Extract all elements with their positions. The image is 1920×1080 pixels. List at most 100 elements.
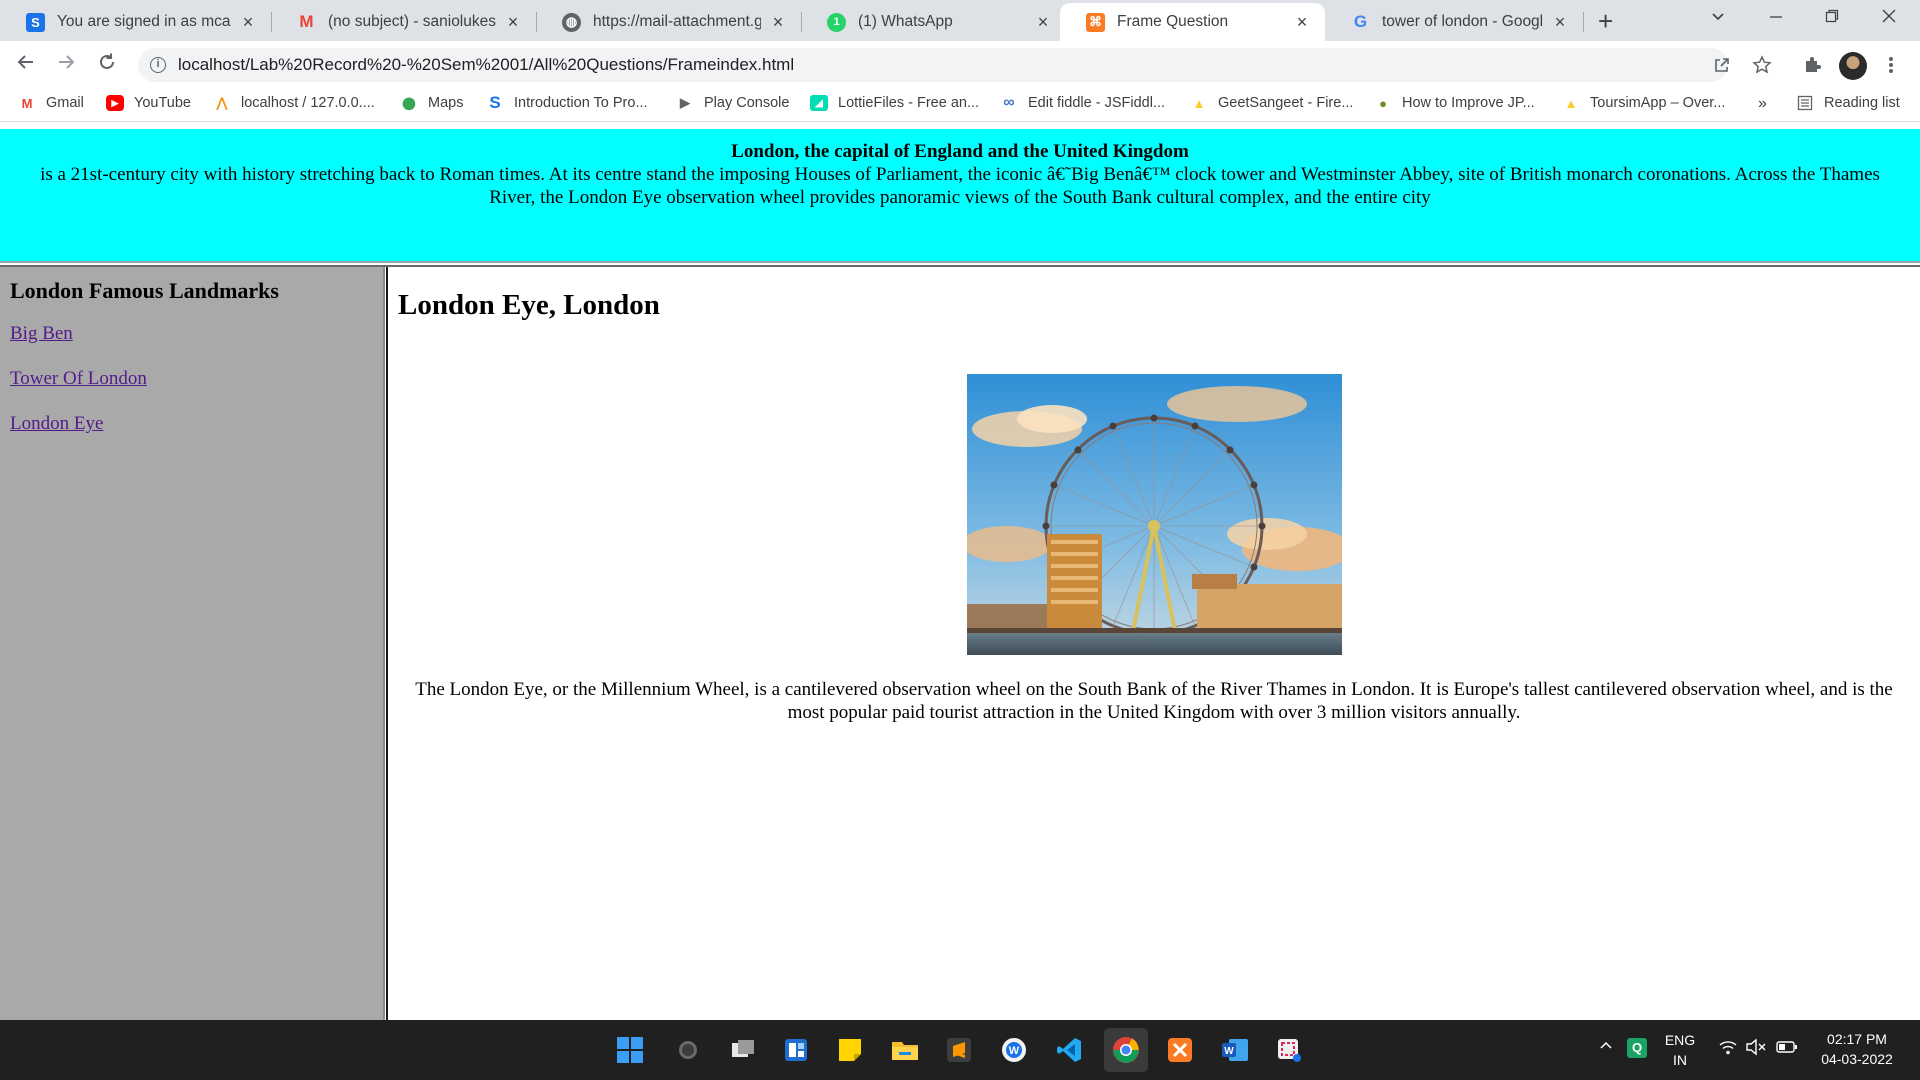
restore-icon[interactable] — [1824, 8, 1840, 29]
search-icon[interactable] — [671, 1033, 705, 1067]
sticky-notes-icon[interactable] — [833, 1033, 867, 1067]
language-indicator[interactable]: ENG IN — [1664, 1030, 1696, 1070]
bookmark-play-console[interactable]: ▶ Play Console — [676, 95, 789, 111]
close-tab-icon[interactable]: × — [239, 13, 257, 31]
firebase-icon: ▲ — [1192, 95, 1206, 111]
globe-icon: ◍ — [562, 12, 581, 32]
bookmark-label: Introduction To Pro... — [514, 95, 648, 111]
app-w-icon[interactable]: W — [997, 1033, 1031, 1067]
tab-search-icon[interactable] — [1710, 8, 1726, 29]
banner-title: London, the capital of England and the U… — [731, 141, 1189, 162]
bookmark-geetsangeet[interactable]: ▲ GeetSangeet - Fire... — [1190, 95, 1354, 111]
content-description: The London Eye, or the Millennium Wheel,… — [415, 679, 1893, 723]
bookmark-label: Edit fiddle - JSFiddl... — [1028, 95, 1165, 111]
forward-icon[interactable] — [52, 51, 80, 79]
tab-mail-attachment[interactable]: ◍ https://mail-attachment.go × — [536, 3, 801, 41]
tab-signed-in[interactable]: S You are signed in as mca × — [0, 3, 271, 41]
bookmark-label: Play Console — [704, 95, 790, 111]
info-icon[interactable]: i — [150, 57, 166, 73]
bookmark-improve-jp[interactable]: ● How to Improve JP... — [1374, 95, 1535, 111]
close-window-icon[interactable] — [1881, 8, 1897, 29]
windows-start-icon[interactable] — [613, 1033, 647, 1067]
tab-strip: S You are signed in as mca × M (no subje… — [0, 0, 1920, 41]
play-console-icon: ▶ — [680, 95, 690, 110]
bookmark-localhost[interactable]: ⋀ localhost / 127.0.0.... — [213, 95, 375, 111]
svg-text:W: W — [1224, 1046, 1234, 1057]
tab-separator — [1583, 12, 1584, 32]
profile-avatar[interactable] — [1839, 52, 1867, 80]
chrome-icon[interactable] — [1104, 1028, 1148, 1072]
close-tab-icon[interactable]: × — [504, 13, 522, 31]
close-tab-icon[interactable]: × — [769, 13, 787, 31]
tab-whatsapp[interactable]: 1 (1) WhatsApp × — [801, 3, 1066, 41]
bookmark-gmail[interactable]: M Gmail — [18, 95, 84, 111]
vscode-icon[interactable] — [1052, 1033, 1086, 1067]
phpmyadmin-icon: ⋀ — [216, 95, 228, 110]
bookmark-label: Maps — [428, 95, 464, 111]
battery-icon[interactable] — [1776, 1038, 1798, 1061]
xampp-icon: ⌘ — [1086, 12, 1105, 32]
wifi-icon[interactable] — [1718, 1038, 1738, 1061]
bookmark-label: How to Improve JP... — [1402, 95, 1535, 111]
bookmark-star-icon[interactable] — [1752, 55, 1772, 81]
show-hidden-icons[interactable] — [1598, 1037, 1614, 1058]
q-app-icon[interactable]: Q — [1627, 1038, 1647, 1058]
bookmark-label: LottieFiles - Free an... — [838, 95, 980, 111]
file-explorer-icon[interactable] — [888, 1033, 922, 1067]
close-tab-icon[interactable]: × — [1034, 13, 1052, 31]
tab-title: (1) WhatsApp — [858, 13, 953, 30]
google-icon: G — [1353, 12, 1368, 31]
share-icon[interactable] — [1712, 55, 1732, 81]
bookmark-introduction[interactable]: S Introduction To Pro... — [486, 93, 648, 112]
left-frame-sidebar: London Famous Landmarks Big Ben Tower Of… — [0, 267, 383, 1020]
bookmark-jsfiddle[interactable]: ∞ Edit fiddle - JSFiddl... — [1000, 94, 1165, 111]
firebase-icon: ▲ — [1564, 95, 1578, 111]
sublime-text-icon[interactable] — [942, 1033, 976, 1067]
tab-gmail[interactable]: M (no subject) - saniolukeseb × — [271, 3, 536, 41]
bookmark-label: GeetSangeet - Fire... — [1218, 95, 1354, 111]
volume-muted-icon[interactable] — [1745, 1038, 1767, 1061]
menu-kebab-icon[interactable] — [1888, 55, 1894, 81]
word-icon[interactable]: W — [1218, 1033, 1252, 1067]
whatsapp-icon: 1 — [827, 12, 846, 32]
more-bookmarks-button[interactable]: » — [1758, 95, 1767, 113]
tab-title: Frame Question — [1117, 13, 1229, 30]
reload-icon[interactable] — [93, 51, 121, 79]
tab-frame-question[interactable]: ⌘ Frame Question × — [1060, 3, 1325, 41]
bookmark-youtube[interactable]: ▶ YouTube — [106, 95, 191, 111]
snipping-tool-icon[interactable] — [1272, 1033, 1306, 1067]
windows-taskbar: W W Q ENG IN 02:17 PM 04-03-2022 — [0, 1020, 1920, 1080]
link-tower-of-london[interactable]: Tower Of London — [10, 368, 383, 390]
xampp-icon[interactable] — [1163, 1033, 1197, 1067]
tab-google-search[interactable]: G tower of london - Google S × — [1325, 3, 1583, 41]
tab-title: You are signed in as mca — [57, 13, 231, 30]
new-tab-button[interactable]: + — [1598, 8, 1613, 34]
lottiefiles-icon: ◢ — [810, 95, 828, 111]
bookmark-label: localhost / 127.0.0.... — [241, 95, 375, 111]
link-big-ben[interactable]: Big Ben — [10, 323, 383, 345]
reading-list-button[interactable]: Reading list — [1796, 95, 1900, 111]
sidebar-heading: London Famous Landmarks — [10, 278, 279, 303]
reading-list-label: Reading list — [1824, 95, 1900, 111]
tab-title: https://mail-attachment.go — [593, 13, 761, 30]
extensions-icon[interactable] — [1802, 55, 1822, 81]
s-icon: S — [489, 93, 501, 112]
browser-toolbar: i localhost/Lab%20Record%20-%20Sem%2001/… — [0, 41, 1920, 89]
bookmark-maps[interactable]: ⬤ Maps — [400, 95, 463, 111]
bookmark-label: YouTube — [134, 95, 191, 111]
widgets-icon[interactable] — [779, 1033, 813, 1067]
tab-title: tower of london - Google S — [1382, 13, 1543, 30]
bookmark-toursimapp[interactable]: ▲ ToursimApp – Over... — [1562, 95, 1726, 111]
task-view-icon[interactable] — [726, 1033, 760, 1067]
site-icon: ● — [1379, 95, 1387, 111]
close-tab-icon[interactable]: × — [1551, 13, 1569, 31]
bookmark-lottiefiles[interactable]: ◢ LottieFiles - Free an... — [810, 95, 979, 111]
link-london-eye[interactable]: London Eye — [10, 413, 383, 435]
minimize-icon[interactable] — [1768, 8, 1784, 29]
clock[interactable]: 02:17 PM 04-03-2022 — [1812, 1029, 1902, 1069]
close-tab-icon[interactable]: × — [1293, 13, 1311, 31]
address-bar[interactable]: i localhost/Lab%20Record%20-%20Sem%2001/… — [138, 48, 1728, 82]
clock-date: 04-03-2022 — [1821, 1051, 1893, 1067]
back-icon[interactable] — [12, 51, 40, 79]
language-code: ENG — [1664, 1032, 1696, 1048]
